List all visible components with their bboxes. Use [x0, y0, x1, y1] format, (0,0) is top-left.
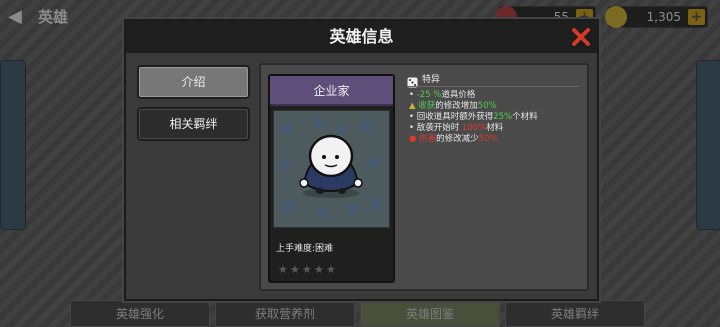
tab-hero-bonds[interactable]: 英雄羁绊 [505, 300, 645, 327]
trait-text: 材料 [486, 123, 504, 133]
bottom-tab-bar: 英雄强化 获取营养剂 英雄图鉴 英雄羁绊 [70, 300, 720, 327]
modal-body: 介绍 相关羁绊 企业家 上手难度:困难 ★ ★ ★ ★ ★ 特异 • -25 %… [126, 53, 597, 299]
star-icon: ★ [326, 263, 336, 276]
star-icon: ★ [278, 263, 288, 276]
trait-value: 100% [461, 123, 487, 133]
hero-detail-panel: 企业家 上手难度:困难 ★ ★ ★ ★ ★ 特异 • -25 %道具价格 ▲ 收… [259, 63, 589, 291]
trait-value: 25% [493, 112, 513, 122]
trait-text: 回收道具时额外获得 [416, 112, 494, 122]
trait-text: 的修改减少 [436, 134, 479, 144]
star-icon: ★ [314, 263, 324, 276]
trait-keyword: 伤害 [419, 134, 437, 144]
hero-card: 企业家 上手难度:困难 ★ ★ ★ ★ ★ [268, 74, 395, 283]
add-coins-button[interactable]: + [688, 9, 705, 25]
bullet: • [409, 123, 415, 133]
modal-header: 英雄信息 [126, 21, 597, 53]
difficulty-stars: ★ ★ ★ ★ ★ [278, 264, 348, 276]
trait-item: • -25 %道具价格 [409, 90, 475, 101]
trait-value: 50% [477, 101, 497, 111]
trait-item: ▲ 收获的修改增加50% [409, 101, 497, 112]
damage-icon: ● [409, 134, 417, 144]
screen-title: 英雄 [38, 8, 69, 26]
hero-info-modal: 英雄信息 介绍 相关羁绊 企业家 上手难度:困难 ★ ★ ★ ★ ★ 特异 • … [124, 19, 599, 301]
trait-value: -25 % [416, 90, 442, 100]
trait-text: 道具价格 [441, 90, 476, 100]
trait-keyword: 收获 [418, 101, 436, 111]
trait-text: 的修改增加 [435, 101, 478, 111]
trait-item: ● 伤害的修改减少50% [409, 134, 498, 145]
related-bonds-button[interactable]: 相关羁绊 [137, 107, 250, 141]
hero-name-bar: 企业家 [270, 76, 393, 106]
coin-counter: 1,305 + [605, 6, 708, 28]
traits-title: 特异 [422, 75, 441, 85]
tab-hero-codex[interactable]: 英雄图鉴 [360, 300, 500, 327]
star-icon: ★ [290, 263, 300, 276]
bullet: • [409, 112, 415, 122]
coin-value: 1,305 [646, 10, 681, 24]
modal-title: 英雄信息 [329, 27, 394, 46]
hero-name: 企业家 [313, 84, 350, 98]
left-decoration [0, 60, 26, 230]
intro-tab-button[interactable]: 介绍 [137, 65, 250, 99]
trait-item: • 回收道具时额外获得25%个材料 [409, 112, 538, 123]
tab-get-nutrients[interactable]: 获取营养剂 [215, 300, 355, 327]
bullet: • [409, 90, 415, 100]
dice-icon [407, 73, 418, 88]
hero-difficulty: 上手难度:困难 [276, 244, 334, 254]
right-decoration [696, 60, 720, 230]
coin-icon [605, 6, 627, 28]
harvest-icon: ▲ [409, 101, 416, 111]
tab-hero-upgrade[interactable]: 英雄强化 [70, 300, 210, 327]
trait-text: 敌袭开始时 [416, 123, 462, 133]
back-arrow-icon[interactable]: ◀ [8, 6, 34, 28]
trait-text: 个材料 [512, 112, 538, 122]
close-icon[interactable] [570, 26, 592, 48]
hero-portrait [273, 110, 390, 228]
trait-value: 50% [478, 134, 498, 144]
star-icon: ★ [302, 263, 312, 276]
trait-item: • 敌袭开始时 100%材料 [409, 123, 503, 134]
traits-divider [407, 86, 579, 87]
